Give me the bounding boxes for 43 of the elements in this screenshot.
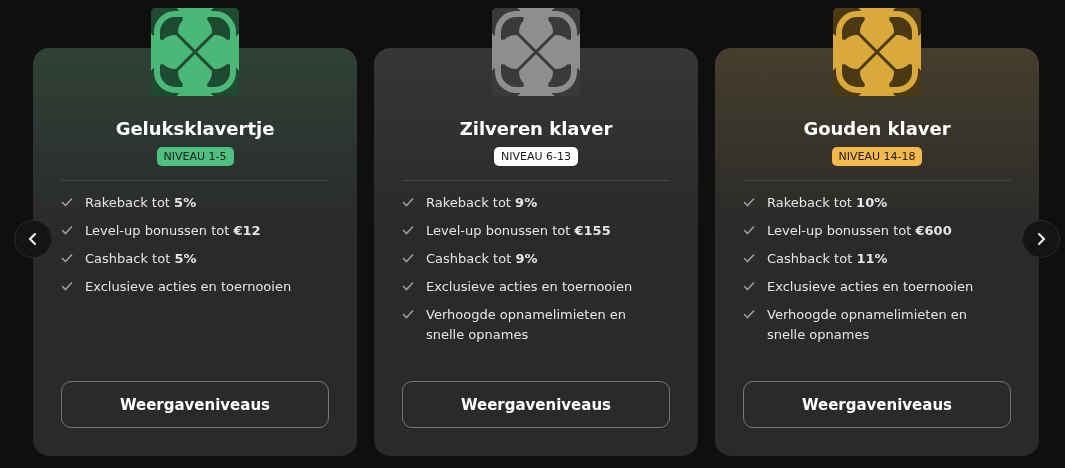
previous-button[interactable] (14, 220, 52, 258)
chevron-right-icon (1035, 232, 1047, 246)
view-levels-button[interactable]: Weergaveniveaus (61, 381, 329, 428)
feature-text: Level-up bonussen tot €600 (767, 222, 952, 240)
level-badge: NIVEAU 14-18 (831, 147, 923, 166)
check-icon (61, 253, 73, 263)
tier-title: Zilveren klaver (459, 118, 613, 139)
feature-text: Rakeback tot 10% (767, 194, 888, 212)
feature-text: Verhoogde opnamelimieten en snelle opnames (767, 306, 969, 344)
check-icon (61, 197, 73, 207)
feature-text: Verhoogde opnamelimieten en snelle opnames (426, 306, 628, 344)
check-icon (402, 225, 414, 235)
check-icon (402, 253, 414, 263)
feature-text: Cashback tot 11% (767, 250, 888, 268)
feature-text: Cashback tot 9% (426, 250, 538, 268)
feature-text: Exclusieve acties en toernooien (426, 278, 633, 296)
check-icon (743, 309, 755, 319)
view-levels-button[interactable]: Weergaveniveaus (743, 381, 1011, 428)
check-icon (402, 281, 414, 291)
check-icon (743, 281, 755, 291)
feature-text: Exclusieve acties en toernooien (767, 278, 974, 296)
check-icon (61, 225, 73, 235)
feature-text: Exclusieve acties en toernooien (85, 278, 292, 296)
level-badge: NIVEAU 1-5 (156, 147, 234, 166)
chevron-left-icon (27, 232, 39, 246)
level-badge: NIVEAU 6-13 (494, 147, 578, 166)
check-icon (743, 253, 755, 263)
check-icon (402, 197, 414, 207)
tier-title: Gouden klaver (803, 118, 951, 139)
feature-text: Cashback tot 5% (85, 250, 197, 268)
check-icon (743, 197, 755, 207)
clover-icon (151, 8, 239, 96)
clover-icon (833, 8, 921, 96)
check-icon (61, 281, 73, 291)
clover-icon (492, 8, 580, 96)
feature-text: Level-up bonussen tot €155 (426, 222, 611, 240)
tier-title: Geluksklavertje (115, 118, 275, 139)
view-levels-button[interactable]: Weergaveniveaus (402, 381, 670, 428)
check-icon (402, 309, 414, 319)
feature-text: Rakeback tot 9% (426, 194, 538, 212)
feature-text: Level-up bonussen tot €12 (85, 222, 261, 240)
feature-text: Rakeback tot 5% (85, 194, 197, 212)
check-icon (743, 225, 755, 235)
